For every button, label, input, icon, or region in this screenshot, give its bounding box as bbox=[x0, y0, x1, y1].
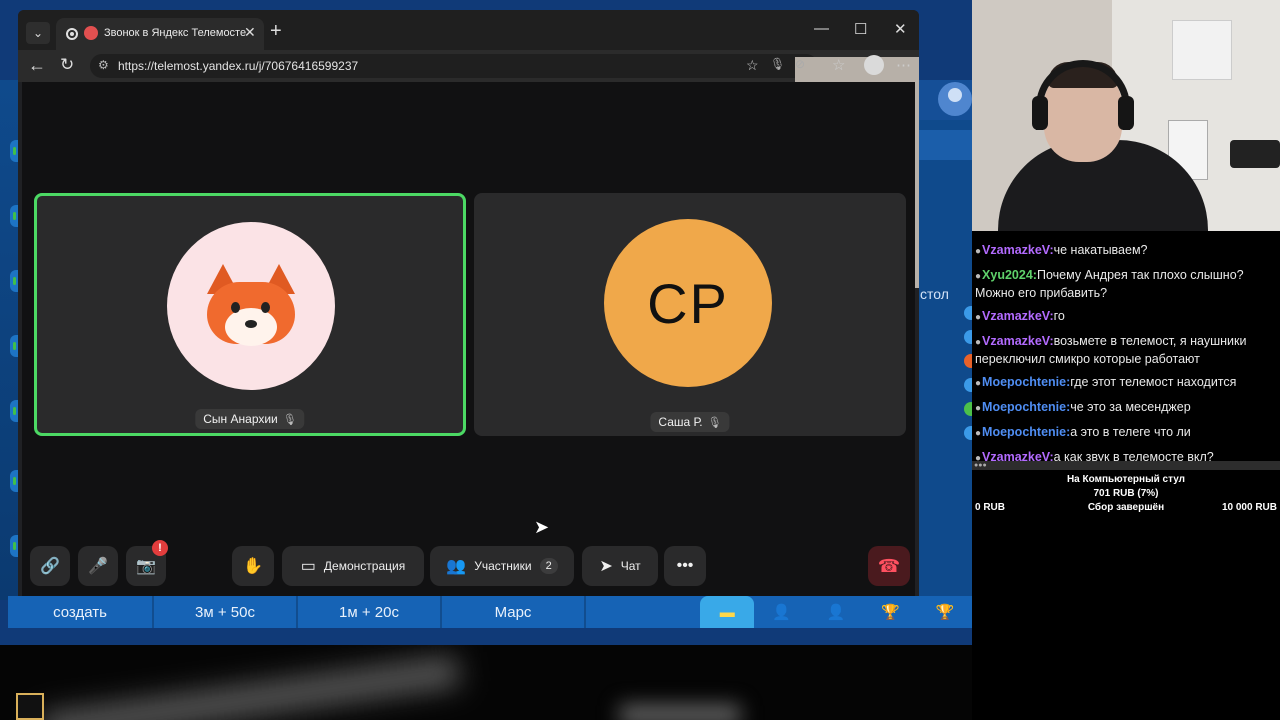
browser-window: ⌄ Звонок в Яндекс Телемосте ✕ + — ☐ ✕ ← … bbox=[18, 10, 919, 596]
microphone-button[interactable]: 🎤 bbox=[78, 546, 118, 586]
copy-link-button[interactable]: 🔗 bbox=[30, 546, 70, 586]
rating-users-icon[interactable]: 👤 bbox=[809, 596, 863, 628]
trophy-icon[interactable]: 🏆 bbox=[863, 596, 917, 628]
title-bar: ⌄ Звонок в Яндекс Телемосте ✕ + — ☐ ✕ bbox=[18, 10, 919, 50]
more-button[interactable]: ••• bbox=[664, 546, 706, 586]
chat-message: ●VzamazkeV:го bbox=[975, 309, 1065, 323]
participant-name-text: Сын Анархии bbox=[203, 412, 278, 426]
close-tab-icon[interactable]: ✕ bbox=[244, 24, 256, 41]
more-dots-icon: ••• bbox=[676, 557, 694, 574]
user-avatar-icon[interactable] bbox=[938, 82, 972, 116]
game-side-text: стол bbox=[920, 286, 949, 302]
game-tile bbox=[16, 693, 44, 720]
donation-goal-title: На Компьютерный стул bbox=[1066, 474, 1186, 485]
menu-icon[interactable]: ⋯ bbox=[896, 56, 911, 74]
screen-share-button[interactable]: ▭ Демонстрация bbox=[282, 546, 424, 586]
close-window-button[interactable]: ✕ bbox=[894, 20, 907, 38]
recording-icon bbox=[66, 28, 78, 40]
profile-avatar[interactable] bbox=[864, 55, 884, 75]
participant-name-text: Саша Р. bbox=[658, 415, 703, 429]
chat-message: ●Xyu2024:Почему Андрея так плохо слышно?… bbox=[975, 268, 1244, 300]
participant-tile[interactable]: СР Саша Р. 🎙 bbox=[474, 193, 906, 436]
game-mode-icon[interactable]: ▬ bbox=[700, 596, 755, 628]
participants-button[interactable]: 👥 Участники 2 bbox=[430, 546, 574, 586]
donation-goal: На Компьютерный стул 701 RUB (7%) 0 RUB … bbox=[972, 470, 1280, 520]
hand-icon: ✋ bbox=[243, 558, 263, 575]
time-control-option[interactable]: 3м + 50с bbox=[154, 596, 298, 628]
hang-up-button[interactable]: ☎ bbox=[868, 546, 910, 586]
chat-message: ●VzamazkeV:возьмете в телемост, я наушни… bbox=[975, 334, 1247, 366]
mic-permission-icon[interactable]: 🎙 bbox=[770, 57, 785, 71]
chat-message: ●Moepochtenie:че это за месенджер bbox=[975, 400, 1191, 414]
participants-count: 2 bbox=[539, 558, 558, 574]
trophy-icon[interactable]: 🏆 bbox=[918, 596, 972, 628]
camera-off-icon: 📷 bbox=[136, 558, 156, 575]
game-right-band bbox=[918, 130, 972, 160]
mic-icon: 🎙 bbox=[282, 413, 297, 426]
dark-area bbox=[0, 645, 972, 720]
minimize-button[interactable]: — bbox=[814, 20, 829, 37]
participant-tile[interactable]: Сын Анархии 🎙 bbox=[34, 193, 466, 436]
create-button[interactable]: создать bbox=[8, 596, 154, 628]
initials-avatar: СР bbox=[604, 219, 772, 387]
tab-telemost[interactable]: Звонок в Яндекс Телемосте ✕ bbox=[56, 18, 264, 50]
mic-icon: 🎙 bbox=[707, 416, 722, 429]
telemost-call: Сын Анархии 🎙 СР Саша Р. 🎙 ➤ 🔗 🎤 📷 ! ✋ ▭… bbox=[22, 82, 915, 596]
chat-divider: ●●● bbox=[972, 461, 1280, 470]
raise-hand-button[interactable]: ✋ bbox=[232, 546, 274, 586]
favicon-icon bbox=[84, 26, 98, 40]
participants-label: Участники bbox=[474, 559, 532, 573]
send-icon: ➤ bbox=[599, 558, 613, 575]
bookmark-star-icon[interactable]: ☆ bbox=[746, 57, 759, 74]
fox-icon bbox=[203, 264, 299, 348]
chat-message: ●Moepochtenie:где этот телемост находитс… bbox=[975, 375, 1237, 389]
link-icon: 🔗 bbox=[40, 558, 60, 575]
game-bottom-icons: ▬ 👤 👤 🏆 🏆 bbox=[700, 596, 972, 628]
favorites-icon[interactable]: ☆ bbox=[832, 56, 845, 74]
mouse-cursor-icon: ➤ bbox=[534, 517, 550, 537]
microphone-icon: 🎤 bbox=[88, 558, 108, 575]
maximize-button[interactable]: ☐ bbox=[854, 20, 867, 38]
stream-chat: ●VzamazkeV:че накатываем? ●Xyu2024:Почем… bbox=[972, 231, 1280, 464]
address-bar-row: ← ↻ ⚙ https://telemost.yandex.ru/j/70676… bbox=[18, 50, 919, 288]
donation-max: 10 000 RUB bbox=[1221, 502, 1277, 513]
chat-message: ●Moepochtenie:а это в телеге что ли bbox=[975, 425, 1191, 439]
tab-search-dropdown[interactable]: ⌄ bbox=[26, 22, 50, 44]
time-control-option[interactable]: 1м + 20с bbox=[298, 596, 442, 628]
new-tab-button[interactable]: + bbox=[270, 20, 282, 43]
back-button[interactable]: ← bbox=[28, 55, 46, 76]
chat-button[interactable]: ➤ Чат bbox=[582, 546, 658, 586]
participant-name: Сын Анархии 🎙 bbox=[195, 409, 305, 429]
rating-users-icon[interactable]: 👤 bbox=[754, 596, 808, 628]
chat-message: ●VzamazkeV:че накатываем? bbox=[975, 243, 1148, 257]
screen-icon: ▭ bbox=[300, 558, 316, 575]
site-info-icon[interactable]: ⚙ bbox=[98, 58, 109, 72]
donation-amount: 701 RUB (7%) bbox=[1093, 488, 1159, 499]
reload-button[interactable]: ↻ bbox=[60, 55, 74, 75]
people-icon: 👥 bbox=[446, 558, 467, 575]
tab-title: Звонок в Яндекс Телемосте bbox=[104, 27, 247, 39]
participant-name: Саша Р. 🎙 bbox=[650, 412, 730, 432]
url-text[interactable]: https://telemost.yandex.ru/j/70676416599… bbox=[118, 59, 358, 73]
screen-share-label: Демонстрация bbox=[323, 559, 406, 573]
webcam-feed bbox=[972, 0, 1280, 231]
address-bar[interactable]: ⚙ https://telemost.yandex.ru/j/706764165… bbox=[90, 54, 919, 288]
phone-hangup-icon: ☎ bbox=[877, 555, 901, 576]
chat-label: Чат bbox=[620, 559, 641, 573]
camera-warning-badge: ! bbox=[152, 540, 168, 556]
fox-avatar bbox=[167, 222, 335, 390]
map-option[interactable]: Марс bbox=[442, 596, 586, 628]
